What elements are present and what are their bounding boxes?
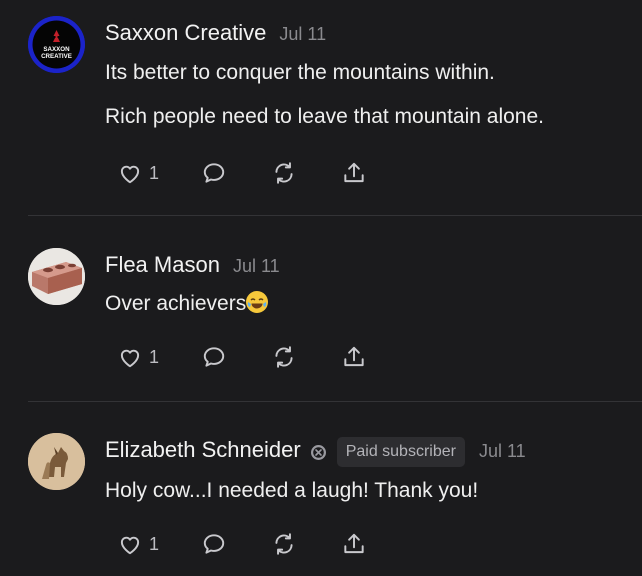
comment-text-line: Holy cow...I needed a laugh! Thank you! <box>105 479 479 502</box>
joy-emoji-icon <box>246 291 269 313</box>
subscriber-badge-icon <box>310 444 327 461</box>
share-icon <box>344 346 364 367</box>
comment-date[interactable]: Jul 11 <box>233 256 280 277</box>
svg-text:SAXXON: SAXXON <box>43 46 70 53</box>
comment-text-line: Over achievers <box>105 291 269 316</box>
like-button[interactable]: 1 <box>117 529 159 559</box>
avatar[interactable] <box>28 433 85 490</box>
comment-date[interactable]: Jul 11 <box>479 441 526 462</box>
author-line: Elizabeth Schneider Paid subscriber Jul … <box>105 437 526 467</box>
like-button[interactable]: 1 <box>117 158 159 188</box>
like-count: 1 <box>149 162 160 183</box>
author-name[interactable]: Saxxon Creative <box>105 20 266 46</box>
restack-button[interactable] <box>271 158 297 188</box>
like-count: 1 <box>149 346 160 367</box>
restack-icon <box>275 162 293 184</box>
avatar[interactable]: SAXXON CREATIVE <box>28 16 85 73</box>
avatar[interactable] <box>28 248 85 305</box>
share-button[interactable] <box>341 529 367 559</box>
restack-icon <box>275 346 293 368</box>
share-button[interactable] <box>341 158 367 188</box>
heart-icon <box>120 165 140 184</box>
like-count: 1 <box>149 533 160 554</box>
author-line: Saxxon Creative Jul 11 <box>105 20 326 46</box>
restack-icon <box>275 533 293 555</box>
brick-avatar-image <box>28 248 85 305</box>
divider <box>28 401 642 402</box>
restack-button[interactable] <box>271 529 297 559</box>
reply-button[interactable] <box>201 342 227 372</box>
share-button[interactable] <box>341 342 367 372</box>
reply-icon <box>203 163 225 183</box>
reply-icon <box>203 534 225 554</box>
comment-text-line: Rich people need to leave that mountain … <box>105 105 544 128</box>
divider <box>28 215 642 216</box>
saxxon-logo-icon: SAXXON CREATIVE <box>28 16 85 73</box>
author-name[interactable]: Flea Mason <box>105 252 220 278</box>
horse-avatar-image <box>28 433 85 490</box>
like-button[interactable]: 1 <box>117 342 159 372</box>
comment-date[interactable]: Jul 11 <box>279 24 326 45</box>
author-line: Flea Mason Jul 11 <box>105 252 280 278</box>
svg-text:CREATIVE: CREATIVE <box>41 53 72 60</box>
share-icon <box>344 533 364 554</box>
reply-icon <box>203 347 225 367</box>
comment-text: Over achievers <box>105 292 247 315</box>
comment-text-line: Its better to conquer the mountains with… <box>105 61 495 84</box>
heart-icon <box>120 349 140 368</box>
reply-button[interactable] <box>201 158 227 188</box>
paid-subscriber-badge: Paid subscriber <box>336 437 465 467</box>
author-name[interactable]: Elizabeth Schneider <box>105 437 301 463</box>
share-icon <box>344 162 364 183</box>
heart-icon <box>120 536 140 555</box>
reply-button[interactable] <box>201 529 227 559</box>
restack-button[interactable] <box>271 342 297 372</box>
